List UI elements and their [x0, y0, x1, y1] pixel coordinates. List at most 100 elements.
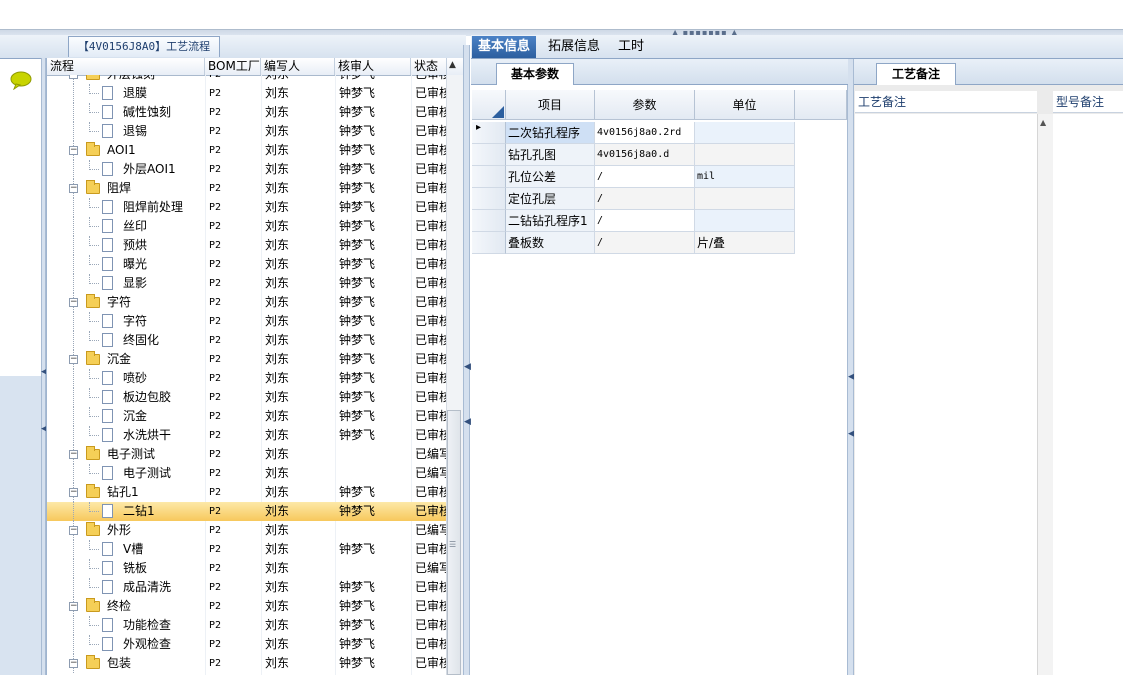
collapse-toggle-icon[interactable]: − — [69, 146, 78, 155]
collapse-toggle-icon[interactable]: − — [69, 450, 78, 459]
tree-node-label[interactable]: 终固化 — [123, 331, 213, 350]
tab-extended-info[interactable]: 拓展信息 — [542, 36, 606, 58]
row-header[interactable] — [472, 188, 506, 210]
tree-node-label[interactable]: 电子测试 — [107, 445, 197, 464]
cell-param[interactable]: 4v0156j8a0.d — [595, 144, 695, 166]
tab-process-flow[interactable]: 【4V0156J8A0】工艺流程 — [68, 36, 220, 57]
tree-row[interactable]: 铣板P2 刘东 已编写 — [47, 559, 447, 578]
row-header[interactable] — [472, 144, 506, 166]
tree-node-label[interactable]: AOI1 — [107, 141, 197, 160]
tab-basic-params[interactable]: 基本参数 — [496, 63, 574, 85]
tree-node-label[interactable]: 碱性蚀刻 — [123, 103, 213, 122]
tree-row[interactable]: 沉金P2 刘东 钟梦飞 已审核 — [47, 407, 447, 426]
row-header[interactable] — [472, 166, 506, 188]
cell-unit[interactable]: mil — [695, 166, 795, 188]
speech-bubble-icon[interactable] — [9, 70, 33, 90]
tree-row[interactable]: 二钻1P2 刘东 钟梦飞 已审核 — [47, 502, 447, 521]
tree-node-label[interactable]: 显影 — [123, 274, 213, 293]
cell-item[interactable]: 孔位公差 — [506, 166, 595, 188]
collapse-arrow-icon[interactable]: ◀ — [464, 418, 471, 427]
tree-row[interactable]: 板边包胶P2 刘东 钟梦飞 已审核 — [47, 388, 447, 407]
process-notes-field[interactable] — [855, 114, 1037, 675]
tree-node-label[interactable]: 板边包胶 — [123, 388, 213, 407]
tree-row[interactable]: 曝光P2 刘东 钟梦飞 已审核 — [47, 255, 447, 274]
tree-row[interactable]: 退膜P2 刘东 钟梦飞 已审核 — [47, 84, 447, 103]
tree-node-label[interactable]: 二钻1 — [123, 502, 213, 521]
tree-row[interactable]: 外层AOI1P2 刘东 钟梦飞 已审核 — [47, 160, 447, 179]
tree-node-label[interactable]: 终检 — [107, 597, 197, 616]
col-header-bom[interactable]: BOM工厂 — [205, 58, 261, 75]
collapse-toggle-icon[interactable]: − — [69, 488, 78, 497]
tree-row[interactable]: − 外层蚀刻 P2刘东钟梦飞已审核 — [47, 75, 447, 84]
tree-row[interactable]: 碱性蚀刻P2 刘东 钟梦飞 已审核 — [47, 103, 447, 122]
cell-item[interactable]: 二钻钻孔程序1 — [506, 210, 595, 232]
tree-row[interactable]: − 电子测试 P2 刘东 已编写 — [47, 445, 447, 464]
tree-row[interactable]: − AOI1 P2 刘东 钟梦飞 已审核 — [47, 141, 447, 160]
tree-node-label[interactable]: V槽 — [123, 540, 213, 559]
tree-node-label[interactable]: 外层AOI1 — [123, 160, 213, 179]
tree-row[interactable]: 喷砂P2 刘东 钟梦飞 已审核 — [47, 369, 447, 388]
tree-row[interactable]: 阻焊前处理P2 刘东 钟梦飞 已审核 — [47, 198, 447, 217]
tree-row[interactable]: 预烘P2 刘东 钟梦飞 已审核 — [47, 236, 447, 255]
row-header[interactable] — [472, 232, 506, 254]
tab-work-hours[interactable]: 工时 — [612, 36, 650, 58]
tree-node-label[interactable]: 丝印 — [123, 217, 213, 236]
tree-row[interactable]: 成品清洗P2 刘东 钟梦飞 已审核 — [47, 578, 447, 597]
tree-node-label[interactable]: 外观检查 — [123, 635, 213, 654]
tree-node-label[interactable]: 字符 — [107, 293, 197, 312]
cell-param[interactable]: 4v0156j8a0.2rd — [595, 122, 695, 144]
cell-unit[interactable] — [695, 144, 795, 166]
collapse-toggle-icon[interactable]: − — [69, 184, 78, 193]
collapse-toggle-icon[interactable]: − — [69, 298, 78, 307]
tree-node-label[interactable]: 阻焊 — [107, 179, 197, 198]
col-header-param[interactable]: 参数 — [595, 90, 695, 120]
tree-node-label[interactable]: 阻焊前处理 — [123, 198, 213, 217]
tree-node-label[interactable]: 钻孔1 — [107, 483, 197, 502]
cell-unit[interactable]: 片/叠 — [695, 232, 795, 254]
cell-param[interactable]: / — [595, 232, 695, 254]
tab-basic-info[interactable]: 基本信息 — [472, 36, 537, 58]
tree-node-label[interactable]: 退膜 — [123, 84, 213, 103]
tree-row[interactable]: 功能检查P2 刘东 钟梦飞 已审核 — [47, 616, 447, 635]
tree-node-label[interactable]: 字符 — [123, 312, 213, 331]
tree-row[interactable]: 外观检查P2 刘东 钟梦飞 已审核 — [47, 635, 447, 654]
cell-unit[interactable] — [695, 210, 795, 232]
tree-row[interactable]: − 包装 P2 刘东 钟梦飞 已审核 — [47, 654, 447, 673]
tree-node-label[interactable]: 铣板 — [123, 559, 213, 578]
collapse-arrow-icon[interactable]: ◀ — [464, 363, 471, 372]
col-header-flow[interactable]: 流程 — [47, 58, 205, 75]
cell-param[interactable]: / — [595, 210, 695, 232]
collapse-toggle-icon[interactable]: − — [69, 602, 78, 611]
collapse-toggle-icon[interactable]: − — [69, 355, 78, 364]
tree-node-label[interactable]: 退锡 — [123, 122, 213, 141]
tree-node-label[interactable]: 沉金 — [107, 350, 197, 369]
row-header[interactable]: ▸ — [472, 122, 506, 144]
tree-node-label[interactable]: 曝光 — [123, 255, 213, 274]
tree-node-label[interactable]: 包装 — [107, 654, 197, 673]
tree-node-label[interactable]: 电子测试 — [123, 464, 213, 483]
cell-item[interactable]: 钻孔孔图 — [506, 144, 595, 166]
tree-row[interactable]: 显影P2 刘东 钟梦飞 已审核 — [47, 274, 447, 293]
tree-row[interactable]: V槽P2 刘东 钟梦飞 已审核 — [47, 540, 447, 559]
cell-item[interactable]: 定位孔层 — [506, 188, 595, 210]
cell-item[interactable]: 叠板数 — [506, 232, 595, 254]
scroll-up-arrow-icon[interactable]: ▲ — [449, 60, 456, 70]
tree-row[interactable]: − 钻孔1 P2 刘东 钟梦飞 已审核 — [47, 483, 447, 502]
tree-node-label[interactable]: 水洗烘干 — [123, 426, 213, 445]
tree-row[interactable]: − 外形 P2 刘东 已编写 — [47, 521, 447, 540]
tree-node-label[interactable]: 预烘 — [123, 236, 213, 255]
tree-row[interactable]: 电子测试P2 刘东 已编写 — [47, 464, 447, 483]
row-header[interactable] — [472, 210, 506, 232]
cell-unit[interactable] — [695, 122, 795, 144]
tree-node-label[interactable]: 功能检查 — [123, 616, 213, 635]
col-header-item[interactable]: 项目 — [506, 90, 595, 120]
tree-node-label[interactable]: 成品清洗 — [123, 578, 213, 597]
tree-row[interactable]: 退锡P2 刘东 钟梦飞 已审核 — [47, 122, 447, 141]
tree-row[interactable]: 水洗烘干P2 刘东 钟梦飞 已审核 — [47, 426, 447, 445]
tree-node-label[interactable]: 外形 — [107, 521, 197, 540]
tree-row[interactable]: 字符P2 刘东 钟梦飞 已审核 — [47, 312, 447, 331]
model-notes-field[interactable] — [1053, 114, 1123, 675]
tree-row[interactable]: 丝印P2 刘东 钟梦飞 已审核 — [47, 217, 447, 236]
collapse-toggle-icon[interactable]: − — [69, 659, 78, 668]
col-header-writer[interactable]: 编写人 — [261, 58, 335, 75]
